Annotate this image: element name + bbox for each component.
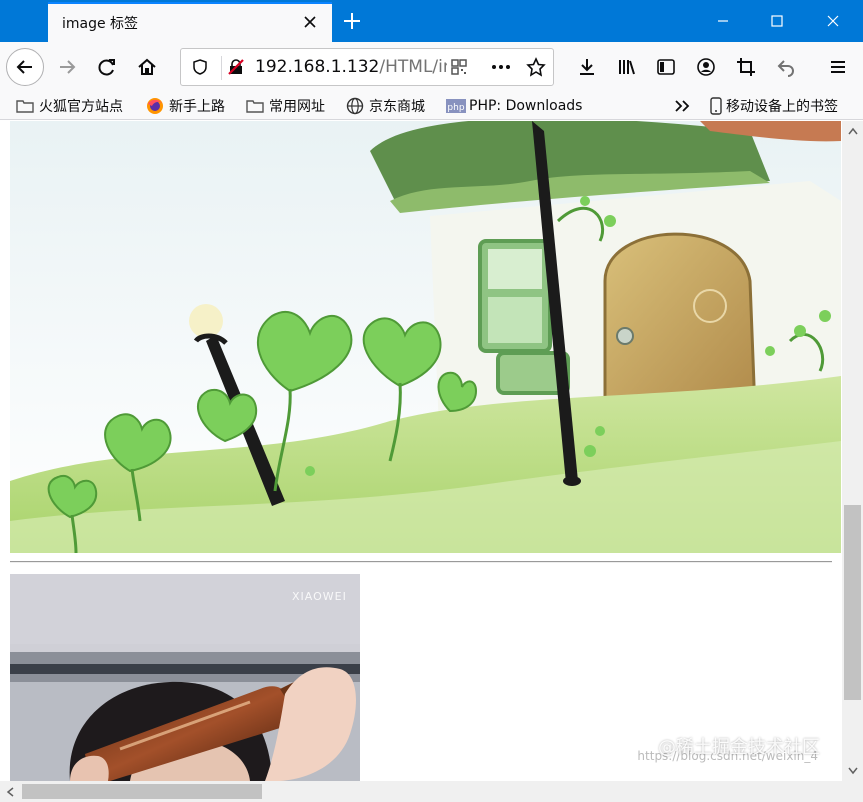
bookmark-label: 常用网址: [269, 99, 325, 115]
sidebar-icon[interactable]: [651, 52, 681, 82]
bookmark-label: 京东商城: [369, 99, 425, 115]
bookmarks-toolbar: 火狐官方站点 新手上路 常用网址 京东商城 php PHP: Downloads…: [0, 92, 863, 120]
horizontal-scroll-thumb[interactable]: [22, 784, 262, 799]
scroll-down-icon[interactable]: [842, 761, 863, 781]
bookmark-item[interactable]: 常用网址: [246, 95, 325, 117]
navigation-toolbar: 192.168.1.132/HTML/in: [0, 42, 863, 92]
undo-arrow-icon[interactable]: [771, 52, 801, 82]
page-content: XIAOWEI https://blog.csdn.net/weixin_4 @…: [0, 121, 842, 781]
library-icon[interactable]: [612, 52, 642, 82]
bookmark-label: PHP: Downloads: [469, 98, 583, 114]
insecure-lock-icon[interactable]: [221, 52, 251, 82]
url-bar[interactable]: 192.168.1.132/HTML/in: [180, 48, 554, 86]
mobile-icon: [710, 97, 722, 115]
folder-icon: [246, 97, 264, 115]
vertical-scrollbar[interactable]: [842, 121, 863, 781]
minimize-button[interactable]: [700, 0, 746, 42]
scroll-left-icon[interactable]: [0, 781, 20, 802]
svg-text:php: php: [447, 103, 464, 113]
account-icon[interactable]: [691, 52, 721, 82]
tab-title: image 标签: [62, 16, 139, 32]
site-watermark: @稀土掘金技术社区: [658, 737, 820, 758]
bookmark-label: 火狐官方站点: [39, 99, 123, 115]
shield-icon[interactable]: [185, 52, 215, 82]
bookmark-star-icon[interactable]: [521, 52, 551, 82]
php-icon: php: [446, 97, 466, 115]
globe-icon: [346, 97, 364, 115]
screenshot-crop-icon[interactable]: [731, 52, 761, 82]
bookmark-label: 移动设备上的书签: [726, 99, 838, 115]
bookmark-label: 新手上路: [169, 99, 225, 115]
bookmark-item[interactable]: 火狐官方站点: [16, 95, 123, 117]
photo-image: XIAOWEI: [10, 574, 360, 781]
tab-image[interactable]: image 标签: [48, 2, 332, 42]
title-bar: image 标签: [0, 0, 863, 42]
scroll-up-icon[interactable]: [842, 121, 863, 141]
firefox-icon: [146, 97, 164, 115]
vertical-scroll-thumb[interactable]: [844, 505, 861, 700]
bookmark-item[interactable]: 新手上路: [146, 95, 225, 117]
tab-close-icon[interactable]: [300, 12, 320, 32]
reload-button[interactable]: [92, 52, 122, 82]
maximize-button[interactable]: [754, 0, 800, 42]
bookmark-item[interactable]: 移动设备上的书签: [710, 95, 838, 117]
bookmark-item[interactable]: php PHP: Downloads: [446, 95, 582, 117]
qr-code-icon[interactable]: [444, 52, 474, 82]
url-text[interactable]: 192.168.1.132/HTML/in: [255, 57, 447, 77]
folder-icon: [16, 97, 34, 115]
horizontal-scrollbar[interactable]: [0, 781, 842, 802]
bookmark-item[interactable]: 京东商城: [346, 95, 425, 117]
close-window-button[interactable]: [810, 0, 856, 42]
photo-caption: XIAOWEI: [292, 590, 347, 603]
new-tab-button[interactable]: [340, 9, 364, 33]
forward-button[interactable]: [52, 52, 82, 82]
more-bookmarks-chevron-icon[interactable]: [668, 91, 698, 121]
url-host: 192.168.1.132: [255, 57, 380, 77]
horizontal-rule: [10, 561, 832, 563]
illustration-image: [10, 121, 841, 553]
home-button[interactable]: [132, 52, 162, 82]
back-button[interactable]: [6, 48, 44, 86]
url-path: /HTML/in: [379, 57, 447, 77]
download-icon[interactable]: [572, 52, 602, 82]
menu-icon[interactable]: [823, 52, 853, 82]
scrollbar-corner: [842, 781, 863, 802]
page-actions-icon[interactable]: [486, 52, 516, 82]
